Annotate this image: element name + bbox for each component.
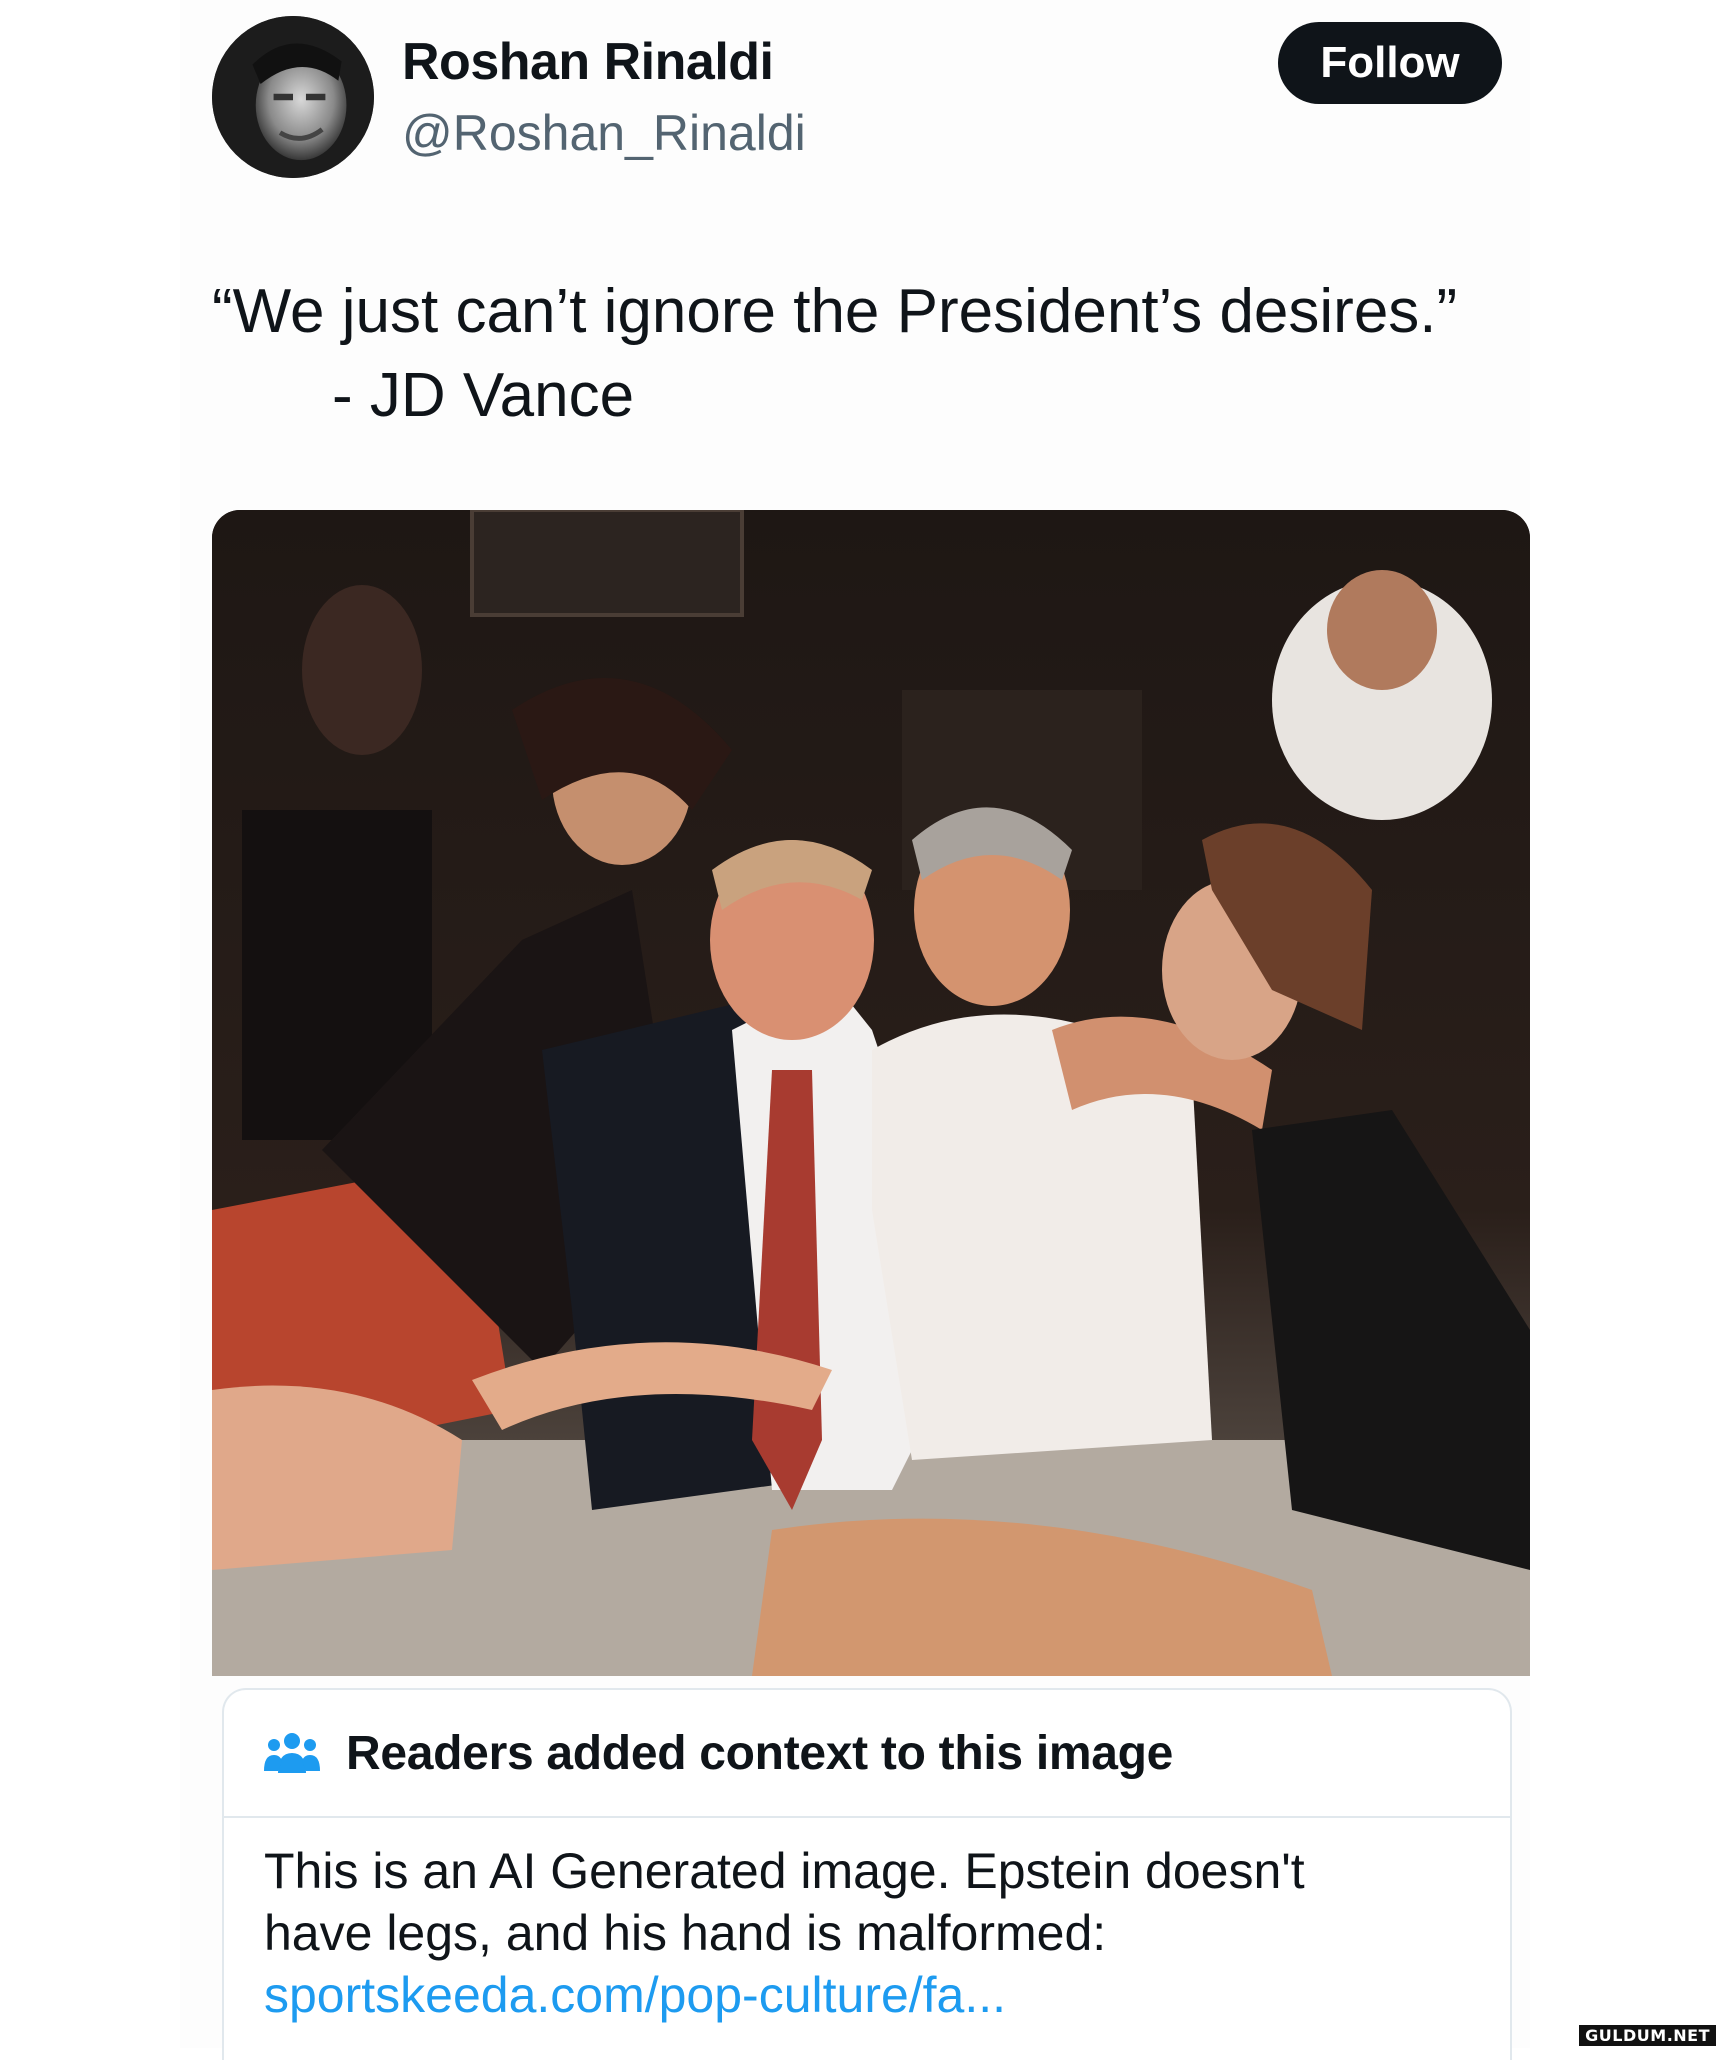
- community-note[interactable]: Readers added context to this image This…: [222, 1688, 1512, 2060]
- tweet-photo[interactable]: [212, 510, 1530, 1676]
- tweet-attribution: - JD Vance: [332, 361, 635, 430]
- profile-photo-icon: [212, 16, 374, 178]
- community-note-title: Readers added context to this image: [346, 1726, 1174, 1780]
- community-note-line-2: have legs, and his hand is malformed:: [264, 1905, 1107, 1961]
- community-note-line-1: This is an AI Generated image. Epstein d…: [264, 1843, 1305, 1899]
- avatar[interactable]: [212, 16, 374, 178]
- attached-photo-icon: [212, 510, 1530, 1676]
- community-note-header: Readers added context to this image: [224, 1690, 1510, 1818]
- tweet-text: “We just can’t ignore the President’s de…: [212, 270, 1512, 438]
- readers-icon: [264, 1733, 320, 1773]
- community-note-link[interactable]: sportskeeda.com/pop-culture/fa...: [264, 1964, 1470, 2026]
- community-note-body: This is an AI Generated image. Epstein d…: [224, 1818, 1510, 2026]
- author-display-name[interactable]: Roshan Rinaldi: [402, 32, 774, 92]
- author-handle[interactable]: @Roshan_Rinaldi: [402, 104, 806, 162]
- follow-button[interactable]: Follow: [1278, 22, 1502, 104]
- watermark: GULDUM.NET: [1579, 2025, 1716, 2046]
- tweet-quote: “We just can’t ignore the President’s de…: [212, 277, 1458, 346]
